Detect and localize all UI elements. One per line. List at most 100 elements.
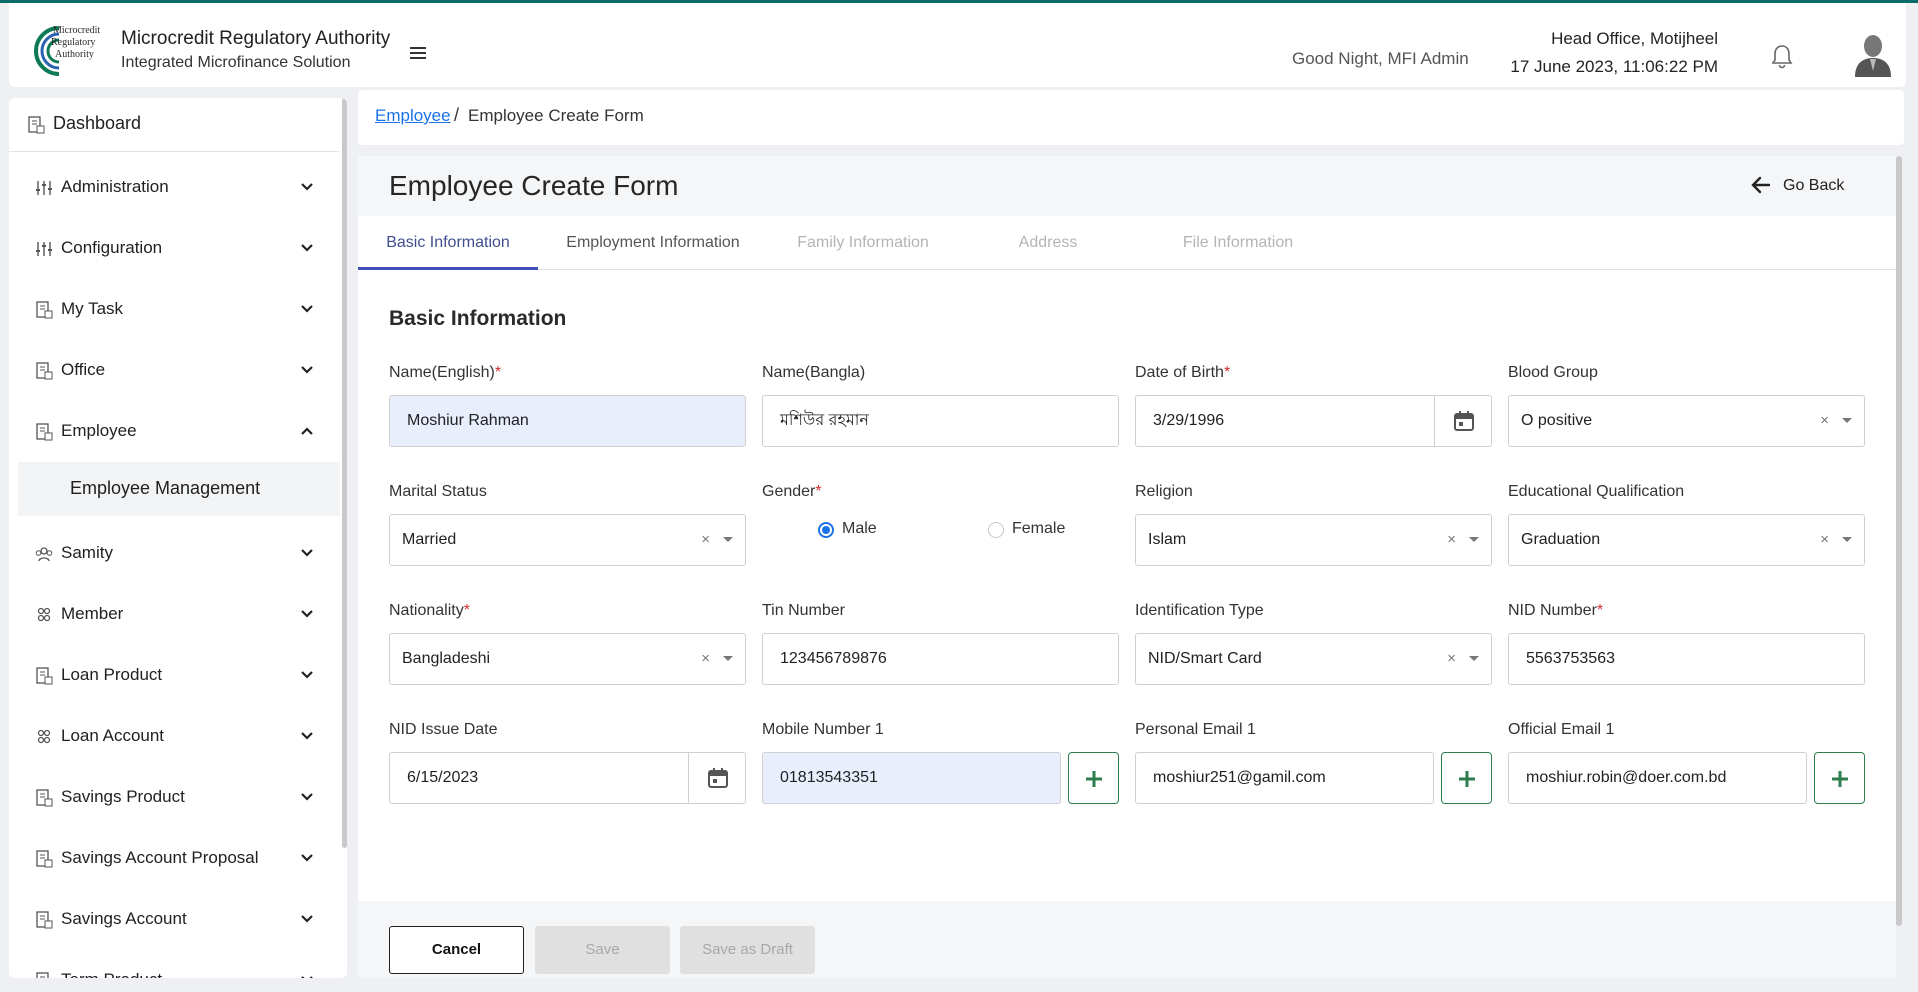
sidebar-item-label: Member [61, 604, 124, 623]
tab-family-information: Family Information [797, 234, 929, 251]
sidebar-item-my-task[interactable]: My Task [9, 284, 339, 334]
document-icon [36, 850, 53, 868]
save-as-draft-button[interactable]: Save as Draft [680, 926, 815, 974]
sidebar-item-term-product[interactable]: Term Product [9, 955, 339, 978]
sidebar-item-configuration[interactable]: Configuration [9, 223, 339, 273]
chevron-down-icon[interactable] [301, 244, 313, 252]
name-english-field: Name(English)* Moshiur Rahman [389, 364, 746, 447]
caret-down-icon[interactable] [1842, 537, 1852, 542]
nationality-select[interactable]: Bangladeshi × [389, 633, 746, 685]
sidebar-item-savings-account-proposal[interactable]: Savings Account Proposal [9, 833, 339, 883]
official-email-1-input[interactable]: moshiur.robin@doer.com.bd [1508, 752, 1807, 804]
sidebar-item-administration[interactable]: Administration [9, 162, 339, 212]
cancel-button[interactable]: Cancel [389, 926, 524, 974]
marital-status-field: Marital Status Married × [389, 483, 746, 566]
sidebar-item-member[interactable]: Member [9, 589, 339, 639]
caret-down-icon[interactable] [723, 537, 733, 542]
caret-down-icon[interactable] [1469, 656, 1479, 661]
sidebar-item-savings-account[interactable]: Savings Account [9, 894, 339, 944]
document-icon [36, 911, 53, 929]
personal-email-1-input[interactable]: moshiur251@gamil.com [1135, 752, 1434, 804]
tab-file-information: File Information [1182, 234, 1294, 251]
sidebar-item-samity[interactable]: Samity [9, 528, 339, 578]
add-personal-email-button[interactable] [1441, 752, 1492, 804]
chevron-down-icon[interactable] [301, 793, 313, 801]
religion-field: Religion Islam × [1135, 483, 1492, 566]
caret-down-icon[interactable] [723, 656, 733, 661]
name-bangla-field: Name(Bangla) মশিউর রহমান [762, 364, 1119, 447]
chevron-down-icon[interactable] [301, 610, 313, 618]
chevron-down-icon[interactable] [301, 305, 313, 313]
marital-status-select[interactable]: Married × [389, 514, 746, 566]
clear-icon[interactable]: × [1447, 515, 1456, 565]
clear-icon[interactable]: × [701, 634, 710, 684]
name-english-input[interactable]: Moshiur Rahman [389, 395, 746, 447]
sidebar-item-dashboard[interactable]: Dashboard [9, 98, 339, 152]
add-official-email-button[interactable] [1814, 752, 1865, 804]
official-email-1-field: Official Email 1 moshiur.robin@doer.com.… [1508, 721, 1865, 804]
avatar[interactable] [1851, 31, 1895, 77]
sidebar-item-loan-account[interactable]: Loan Account [9, 711, 339, 761]
main-scrollbar[interactable] [1896, 156, 1902, 926]
sidebar-item-employee[interactable]: Employee [9, 406, 339, 456]
calendar-icon [1454, 411, 1474, 431]
people-icon [37, 729, 51, 744]
nid-input[interactable]: 5563753563 [1508, 633, 1865, 685]
clear-icon[interactable]: × [1820, 515, 1829, 565]
form-tabs: Basic Information Employment Information… [358, 216, 1896, 270]
plus-icon [1832, 771, 1848, 787]
bell-icon[interactable] [1770, 43, 1794, 69]
menu-toggle-icon[interactable] [410, 47, 426, 59]
current-datetime: 17 June 2023, 11:06:22 PM [1510, 57, 1718, 76]
document-icon [36, 972, 49, 978]
chevron-down-icon[interactable] [301, 732, 313, 740]
religion-select[interactable]: Islam × [1135, 514, 1492, 566]
education-select[interactable]: Graduation × [1508, 514, 1865, 566]
radio-male[interactable] [818, 522, 834, 538]
clear-icon[interactable]: × [1447, 634, 1456, 684]
tab-employment-information[interactable]: Employment Information [538, 216, 768, 270]
sidebar-scrollbar[interactable] [342, 98, 347, 848]
clear-icon[interactable]: × [701, 515, 710, 565]
id-type-select[interactable]: NID/Smart Card × [1135, 633, 1492, 685]
document-icon [36, 362, 53, 380]
nid-issue-date-input[interactable]: 6/15/2023 [389, 752, 746, 804]
chevron-down-icon[interactable] [301, 183, 313, 191]
chevron-up-icon[interactable] [301, 427, 313, 435]
add-mobile-button[interactable] [1068, 752, 1119, 804]
id-type-field: Identification Type NID/Smart Card × [1135, 602, 1492, 685]
chevron-down-icon[interactable] [301, 915, 313, 923]
sidebar-item-label: Loan Product [61, 665, 163, 684]
sidebar-item-label: Savings Account [61, 909, 187, 928]
name-bangla-input[interactable]: মশিউর রহমান [762, 395, 1119, 447]
sidebar-subitem-employee-management[interactable]: Employee Management [18, 462, 340, 516]
clear-icon[interactable]: × [1820, 396, 1829, 446]
sidebar-item-loan-product[interactable]: Loan Product [9, 650, 339, 700]
caret-down-icon[interactable] [1469, 537, 1479, 542]
office-info: Head Office, Motijheel 17 June 2023, 11:… [1510, 25, 1718, 81]
chevron-down-icon[interactable] [301, 976, 313, 978]
document-icon [36, 789, 53, 807]
chevron-down-icon[interactable] [301, 549, 313, 557]
nid-issue-calendar-button[interactable] [688, 753, 745, 803]
chevron-down-icon[interactable] [301, 854, 313, 862]
save-button[interactable]: Save [535, 926, 670, 974]
caret-down-icon[interactable] [1842, 418, 1852, 423]
dob-calendar-button[interactable] [1434, 396, 1491, 446]
blood-group-field: Blood Group O positive × [1508, 364, 1865, 447]
dob-input[interactable]: 3/29/1996 [1135, 395, 1492, 447]
nid-field: NID Number* 5563753563 [1508, 602, 1865, 685]
sidebar-item-savings-product[interactable]: Savings Product [9, 772, 339, 822]
sidebar-item-office[interactable]: Office [9, 345, 339, 395]
chevron-down-icon[interactable] [301, 671, 313, 679]
go-back-label: Go Back [1783, 177, 1845, 194]
tab-basic-information[interactable]: Basic Information [358, 216, 538, 270]
radio-female[interactable] [988, 522, 1004, 538]
org-subtitle: Integrated Microfinance Solution [121, 54, 351, 71]
chevron-down-icon[interactable] [301, 366, 313, 374]
breadcrumb-link-employee[interactable]: Employee [375, 106, 451, 126]
tin-input[interactable]: 123456789876 [762, 633, 1119, 685]
mobile-1-input[interactable]: 01813543351 [762, 752, 1061, 804]
blood-group-select[interactable]: O positive × [1508, 395, 1865, 447]
document-icon [36, 301, 53, 319]
